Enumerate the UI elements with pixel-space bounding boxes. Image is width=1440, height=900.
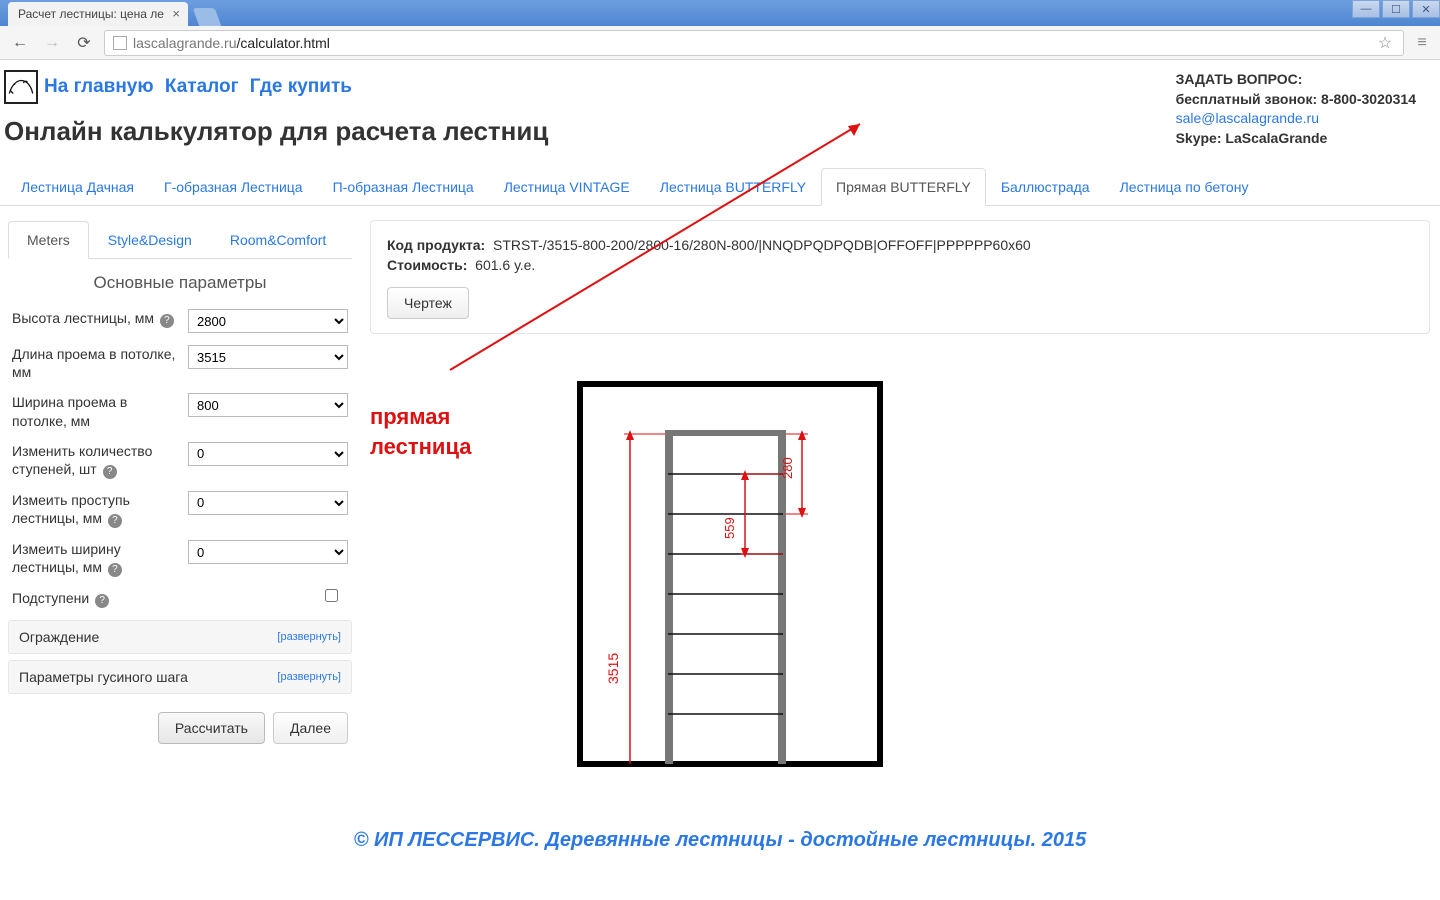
stair-width-label: Измеить ширину лестницы, мм ? bbox=[12, 540, 182, 577]
minimize-button[interactable]: — bbox=[1352, 0, 1380, 18]
nav-catalog[interactable]: Каталог bbox=[165, 76, 239, 97]
expand-link[interactable]: [развернуть] bbox=[277, 631, 341, 643]
tread-select[interactable]: 0 bbox=[188, 491, 348, 515]
help-icon[interactable]: ? bbox=[95, 594, 109, 608]
stair-width-select[interactable]: 0 bbox=[188, 540, 348, 564]
help-icon[interactable]: ? bbox=[108, 563, 122, 577]
bookmark-icon[interactable]: ☆ bbox=[1375, 33, 1395, 53]
tab-close-icon[interactable]: × bbox=[172, 6, 180, 21]
maximize-button[interactable]: ☐ bbox=[1382, 0, 1410, 18]
address-bar[interactable]: lascalagrande.ru/calculator.html ☆ bbox=[104, 30, 1404, 56]
browser-toolbar: ← → ⟳ lascalagrande.ru/calculator.html ☆… bbox=[0, 26, 1440, 60]
window-controls: — ☐ ✕ bbox=[1350, 0, 1440, 20]
nav-home[interactable]: На главную bbox=[44, 76, 154, 97]
nav-where[interactable]: Где купить bbox=[250, 76, 352, 97]
browser-tab[interactable]: Расчет лестницы: цена ле × bbox=[8, 2, 188, 26]
riser-label: Подступени ? bbox=[12, 589, 182, 608]
collapse-rail[interactable]: Ограждение [развернуть] bbox=[8, 620, 352, 654]
tab-concrete[interactable]: Лестница по бетону bbox=[1105, 168, 1264, 206]
svg-text:280: 280 bbox=[780, 457, 795, 479]
url-text: lascalagrande.ru/calculator.html bbox=[133, 35, 330, 51]
chrome-menu-icon[interactable]: ≡ bbox=[1412, 33, 1432, 53]
back-button[interactable]: ← bbox=[8, 31, 32, 55]
footer: © ИП ЛЕССЕРВИС. Деревянные лестницы - до… bbox=[0, 829, 1440, 852]
collapse-goose[interactable]: Параметры гусиного шага [развернуть] bbox=[8, 660, 352, 694]
contact-block: ЗАДАТЬ ВОПРОС: бесплатный звонок: 8-800-… bbox=[1176, 70, 1426, 148]
drawing-area: прямая лестница bbox=[370, 344, 1430, 764]
help-icon[interactable]: ? bbox=[103, 465, 117, 479]
svg-text:3515: 3515 bbox=[605, 653, 621, 684]
riser-checkbox[interactable] bbox=[325, 589, 338, 602]
close-button[interactable]: ✕ bbox=[1412, 0, 1440, 18]
forward-button[interactable]: → bbox=[40, 31, 64, 55]
annotation-line2: лестница bbox=[370, 434, 471, 460]
tab-title: Расчет лестницы: цена ле bbox=[18, 7, 164, 21]
reload-button[interactable]: ⟳ bbox=[72, 31, 96, 55]
contact-email[interactable]: sale@lascalagrande.ru bbox=[1176, 110, 1319, 126]
help-icon[interactable]: ? bbox=[108, 514, 122, 528]
new-tab-button[interactable] bbox=[193, 8, 222, 26]
steps-select[interactable]: 0 bbox=[188, 442, 348, 466]
tread-label: Измеить проступь лестницы, мм ? bbox=[12, 491, 182, 528]
calculate-button[interactable]: Рассчитать bbox=[158, 712, 265, 744]
annotation-arrow bbox=[70, 114, 890, 414]
page-icon bbox=[113, 36, 127, 50]
top-nav: На главную Каталог Где купить bbox=[44, 76, 358, 98]
next-button[interactable]: Далее bbox=[273, 712, 348, 744]
tab-balustrade[interactable]: Баллюстрада bbox=[986, 168, 1105, 206]
svg-text:559: 559 bbox=[722, 517, 737, 539]
expand-link[interactable]: [развернуть] bbox=[277, 671, 341, 683]
steps-label: Изменить количество ступеней, шт ? bbox=[12, 442, 182, 479]
logo[interactable] bbox=[4, 70, 38, 104]
stair-drawing: 3515 559 280 bbox=[570, 374, 1090, 774]
